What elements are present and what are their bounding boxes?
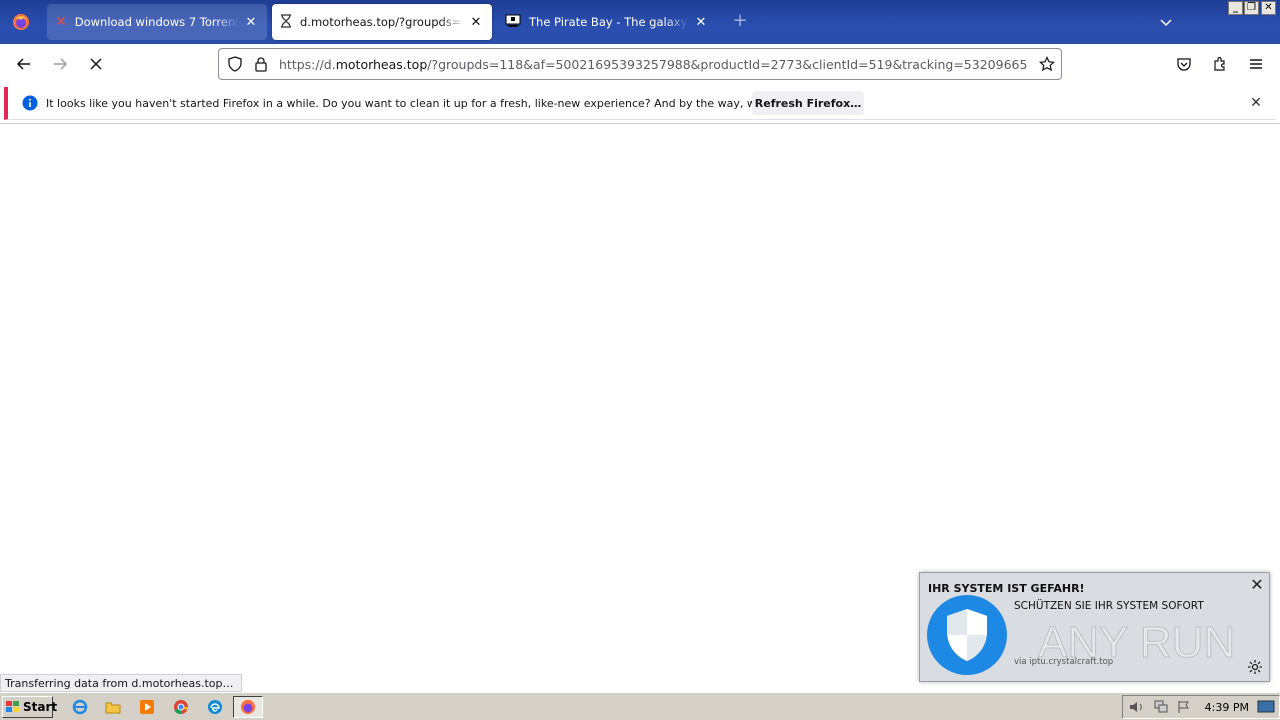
start-label: Start [23, 700, 58, 714]
tab-close-icon[interactable]: ✕ [693, 14, 709, 30]
system-tray: 4:39 PM [1122, 695, 1280, 719]
new-tab-button[interactable]: + [730, 12, 750, 32]
network-icon[interactable] [1153, 700, 1169, 717]
file-explorer-icon[interactable] [103, 697, 123, 717]
windows-taskbar: Start 4:39 PM [0, 692, 1280, 720]
internet-explorer-icon[interactable] [70, 697, 90, 717]
firefox-logo-icon[interactable] [0, 0, 42, 44]
tab-pirate-bay[interactable]: The Pirate Bay - The galaxy's most ✕ [497, 4, 717, 40]
tab-title: Download windows 7 Torrents | 1: [74, 15, 239, 29]
url-path: /?groupds=118&af=50021695393257988&produ… [427, 57, 1027, 72]
navigation-toolbar: https://d.motorheas.top/?groupds=118&af=… [0, 44, 1280, 84]
tab-title: The Pirate Bay - The galaxy's most [529, 15, 689, 29]
list-all-tabs-chevron-down-icon[interactable] [1156, 12, 1176, 32]
pocket-icon [1177, 58, 1191, 71]
taskbar-firefox-button[interactable] [233, 696, 263, 718]
volume-icon[interactable] [1129, 700, 1145, 717]
popup-source: via iptu.crystalcraft.top [1014, 657, 1114, 667]
start-button[interactable]: Start [2, 696, 57, 718]
popup-close-icon[interactable]: ✕ [1249, 577, 1265, 593]
hourglass-icon [280, 13, 292, 31]
pocket-button[interactable] [1170, 50, 1198, 78]
shield-icon [927, 595, 1007, 675]
window-close-button[interactable]: ✕ [1261, 1, 1276, 15]
gear-icon[interactable] [1247, 659, 1263, 675]
url-scheme: https://d. [279, 57, 336, 72]
address-bar[interactable]: https://d.motorheas.top/?groupds=118&af=… [218, 48, 1062, 80]
forward-arrow-icon [54, 58, 68, 70]
notification-message: It looks like you haven't started Firefo… [46, 96, 830, 110]
app-menu-button[interactable] [1242, 50, 1270, 78]
forward-button[interactable] [46, 50, 74, 78]
tab-title: d.motorheas.top/?groupds=118&a [300, 15, 464, 29]
notification-close-icon[interactable]: ✕ [1248, 95, 1264, 111]
media-player-icon[interactable] [137, 697, 157, 717]
tab-close-icon[interactable]: ✕ [243, 14, 259, 30]
clock[interactable]: 4:39 PM [1205, 701, 1249, 714]
info-icon [22, 95, 38, 111]
lock-icon[interactable] [254, 56, 268, 75]
popup-title: IHR SYSTEM IST GEFAHR! [928, 582, 1085, 595]
url-text[interactable]: https://d.motorheas.top/?groupds=118&af=… [279, 57, 1027, 72]
back-button[interactable] [10, 50, 38, 78]
chrome-icon[interactable] [171, 697, 191, 717]
popup-message: SCHÜTZEN SIE IHR SYSTEM SOFORT [1014, 600, 1204, 612]
stop-loading-button[interactable] [82, 50, 110, 78]
tracking-protection-shield-icon[interactable] [227, 56, 243, 75]
tab-close-icon[interactable]: ✕ [468, 14, 484, 30]
refresh-firefox-button[interactable]: Refresh Firefox… [752, 91, 864, 115]
stop-x-icon [90, 58, 102, 70]
hamburger-menu-icon [1250, 59, 1262, 69]
action-center-flag-icon[interactable] [1177, 700, 1191, 717]
restore-button[interactable]: ❐ [1244, 1, 1259, 15]
status-panel: Transferring data from d.motorheas.top… [0, 674, 242, 692]
puzzle-piece-icon [1214, 56, 1225, 71]
refresh-firefox-notification: It looks like you haven't started Firefo… [4, 87, 1276, 120]
back-arrow-icon [16, 58, 30, 70]
tab-download-windows-torrents[interactable]: ✕ Download windows 7 Torrents | 1: ✕ [47, 4, 267, 40]
firefox-icon [240, 699, 256, 715]
tab-strip: ✕ Download windows 7 Torrents | 1: ✕ d.m… [0, 0, 1280, 44]
extensions-button[interactable] [1206, 50, 1234, 78]
bookmark-star-icon[interactable] [1039, 56, 1055, 75]
scam-notification-popup[interactable]: IHR SYSTEM IST GEFAHR! ✕ SCHÜTZEN SIE IH… [919, 572, 1270, 682]
tab-favicon-x-icon: ✕ [55, 14, 67, 30]
pirate-ship-icon [505, 14, 521, 31]
url-host: motorheas.top [335, 57, 428, 72]
windows-flag-icon [5, 700, 21, 714]
show-desktop-icon[interactable] [1257, 700, 1275, 717]
minimize-button[interactable]: _ [1228, 1, 1243, 15]
tab-motorheas[interactable]: d.motorheas.top/?groupds=118&a ✕ [272, 4, 492, 40]
edge-icon[interactable] [205, 697, 225, 717]
